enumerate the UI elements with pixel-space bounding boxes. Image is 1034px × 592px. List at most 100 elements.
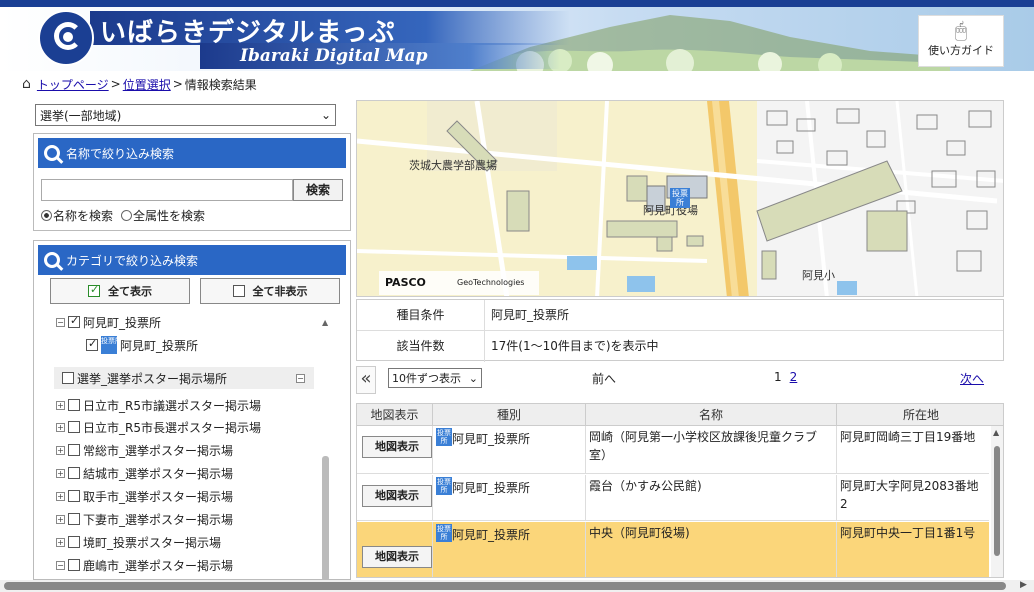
expand-icon[interactable]: + (56, 422, 65, 432)
search-button[interactable]: 検索 (293, 179, 343, 201)
polling-place-icon: 投票所 (436, 524, 452, 542)
tree-checkbox[interactable] (68, 314, 80, 328)
tree-checkbox[interactable] (68, 399, 80, 411)
guide-label: 使い方ガイド (928, 44, 994, 57)
expand-icon[interactable]: + (56, 468, 65, 478)
table-row[interactable]: 地図表示 投票所 阿見町_投票所 岡崎（阿見第一小学校区放課後児童クラブ室） 阿見… (357, 426, 989, 474)
per-page-select[interactable]: 10件ずつ表示 ⌄ (388, 368, 482, 388)
tree-item[interactable]: + 日立市_R5市長選ポスター掲示場 (56, 418, 261, 436)
expand-icon[interactable]: + (56, 537, 65, 547)
next-page-link[interactable]: 次へ (960, 370, 984, 387)
tree-checkbox[interactable] (68, 490, 80, 502)
tree-item[interactable]: 選挙_選挙ポスター掲示場所 (62, 369, 227, 387)
table-row-selected[interactable]: 地図表示 投票所 阿見町_投票所 中央（阿見町役場) 阿見町中央一丁目1番1号 (357, 522, 989, 577)
tree-item[interactable]: + 下妻市_選挙ポスター掲示場 (56, 510, 233, 528)
radio-name-option[interactable]: 名称を検索 (41, 207, 113, 224)
page-numbers: 12 (774, 370, 797, 384)
show-on-map-button[interactable]: 地図表示 (362, 436, 432, 458)
collapse-icon[interactable]: − (296, 374, 305, 383)
home-icon: ⌂ (22, 76, 31, 92)
radio-name[interactable] (41, 210, 52, 221)
page-current: 1 (774, 370, 782, 384)
layer-select-value: 選挙(一部地域) (40, 108, 122, 123)
type-cell: 投票所 阿見町_投票所 (433, 475, 586, 520)
collapse-icon[interactable]: − (56, 317, 65, 327)
expand-icon[interactable]: + (56, 445, 65, 455)
tree-item[interactable]: + 取手市_選挙ポスター掲示場 (56, 487, 233, 505)
layer-select[interactable]: 選挙(一部地域) ⌄ (35, 104, 336, 126)
page-horizontal-scrollbar[interactable]: ▶ (0, 580, 1034, 592)
page-link-2[interactable]: 2 (790, 370, 798, 384)
radio-name-label: 名称を検索 (53, 209, 114, 223)
guide-button[interactable]: 🖱 使い方ガイド (918, 15, 1004, 67)
site-subtitle: Ibaraki Digital Map (240, 46, 428, 66)
breadcrumb-location-link[interactable]: 位置選択 (123, 76, 171, 93)
info-value: 17件(1〜10件目まで)を表示中 (491, 339, 659, 353)
show-all-button[interactable]: 全て表示 (50, 278, 190, 304)
tree-item[interactable]: + 常総市_選挙ポスター掲示場 (56, 441, 233, 459)
expand-icon[interactable]: + (56, 400, 65, 410)
polling-place-marker[interactable]: 投票所 (670, 188, 690, 208)
tree-item[interactable]: − 鹿嶋市_選挙ポスター掲示場 (56, 556, 233, 574)
map-label-school: 阿見小 (802, 269, 835, 282)
col-header: 種別 (433, 404, 586, 425)
tree-item[interactable]: + 境町_投票ポスター掲示場 (56, 533, 221, 551)
scroll-up-icon[interactable]: ▲ (993, 428, 999, 437)
polling-place-icon: 投票所 (436, 428, 452, 446)
breadcrumb-current: 情報検索結果 (184, 77, 257, 92)
scroll-up-icon[interactable]: ▲ (322, 318, 328, 327)
show-on-map-button[interactable]: 地図表示 (362, 546, 432, 568)
tree-checkbox[interactable] (86, 337, 98, 351)
logo-dot (63, 32, 73, 42)
scrollbar-thumb[interactable] (4, 582, 1006, 590)
map-label-farm: 茨城大農学部農場 (409, 159, 497, 172)
results-scrollbar[interactable]: ▲ (991, 426, 1003, 577)
expand-icon[interactable]: + (56, 514, 65, 524)
hide-all-label: 全て非表示 (252, 285, 308, 298)
tree-checkbox[interactable] (68, 536, 80, 548)
type-text: 阿見町_投票所 (452, 528, 531, 542)
type-cell: 投票所 阿見町_投票所 (433, 426, 586, 473)
hide-all-button[interactable]: 全て非表示 (200, 278, 340, 304)
tree-item[interactable]: + 結城市_選挙ポスター掲示場 (56, 464, 233, 482)
info-label: 該当件数 (357, 331, 485, 362)
tree-checkbox[interactable] (68, 444, 80, 456)
radio-all[interactable] (121, 210, 133, 221)
col-header: 所在地 (902, 408, 939, 422)
search-info-table: 種目条件 阿見町_投票所 該当件数 17件(1〜10件目まで)を表示中 (356, 299, 1004, 362)
collapse-icon[interactable]: − (56, 560, 65, 570)
tree-checkbox[interactable] (68, 467, 80, 479)
site-title[interactable]: いばらきデジタルまっぷ (100, 12, 395, 49)
search-icon (44, 252, 60, 268)
tree-checkbox[interactable] (68, 559, 80, 571)
show-on-map-button[interactable]: 地図表示 (362, 485, 432, 507)
type-text: 阿見町_投票所 (452, 481, 531, 495)
tree-checkbox[interactable] (68, 513, 80, 525)
radio-all-option[interactable]: 全属性を検索 (121, 207, 205, 224)
tree-scrollbar[interactable] (322, 456, 329, 579)
tree-item[interactable]: + 日立市_R5市議選ポスター掲示場 (56, 396, 261, 414)
tree-checkbox[interactable] (68, 421, 80, 433)
name-search-panel: 名称で絞り込み検索 検索 名称を検索 全属性を検索 (33, 133, 351, 231)
pager: « 10件ずつ表示 ⌄ 前へ 12 次へ (356, 366, 1004, 394)
tree-label: 阿見町_投票所 (120, 338, 199, 353)
tree-label: 常総市_選挙ポスター掲示場 (83, 443, 234, 458)
show-all-label: 全て表示 (108, 285, 152, 298)
tree-item[interactable]: − 阿見町_投票所 (56, 313, 161, 331)
mouse-icon: 🖱 (955, 18, 967, 42)
breadcrumb-home-link[interactable]: トップページ (37, 76, 109, 93)
name-cell: 岡崎（阿見第一小学校区放課後児童クラブ室） (586, 426, 837, 473)
name-search-input[interactable] (41, 179, 293, 201)
collapse-panel-button[interactable]: « (356, 366, 376, 394)
polling-place-icon: 投票所 (436, 477, 452, 495)
map-view[interactable]: 茨城大農学部農場 阿見町役場 阿見小 投票所 PASCO GeoTechnolo… (356, 100, 1004, 297)
scroll-right-icon[interactable]: ▶ (1020, 580, 1027, 590)
tree-checkbox[interactable] (62, 372, 74, 384)
scrollbar-thumb[interactable] (994, 446, 1000, 556)
expand-icon[interactable]: + (56, 491, 65, 501)
table-row[interactable]: 地図表示 投票所 阿見町_投票所 霞台（かすみ公民館) 阿見町大字阿見2083番地… (357, 475, 989, 521)
search-icon (44, 145, 60, 161)
tree-label: 鹿嶋市_選挙ポスター掲示場 (83, 558, 234, 573)
site-logo[interactable] (38, 10, 94, 66)
tree-item[interactable]: 投票所 阿見町_投票所 (86, 336, 198, 354)
